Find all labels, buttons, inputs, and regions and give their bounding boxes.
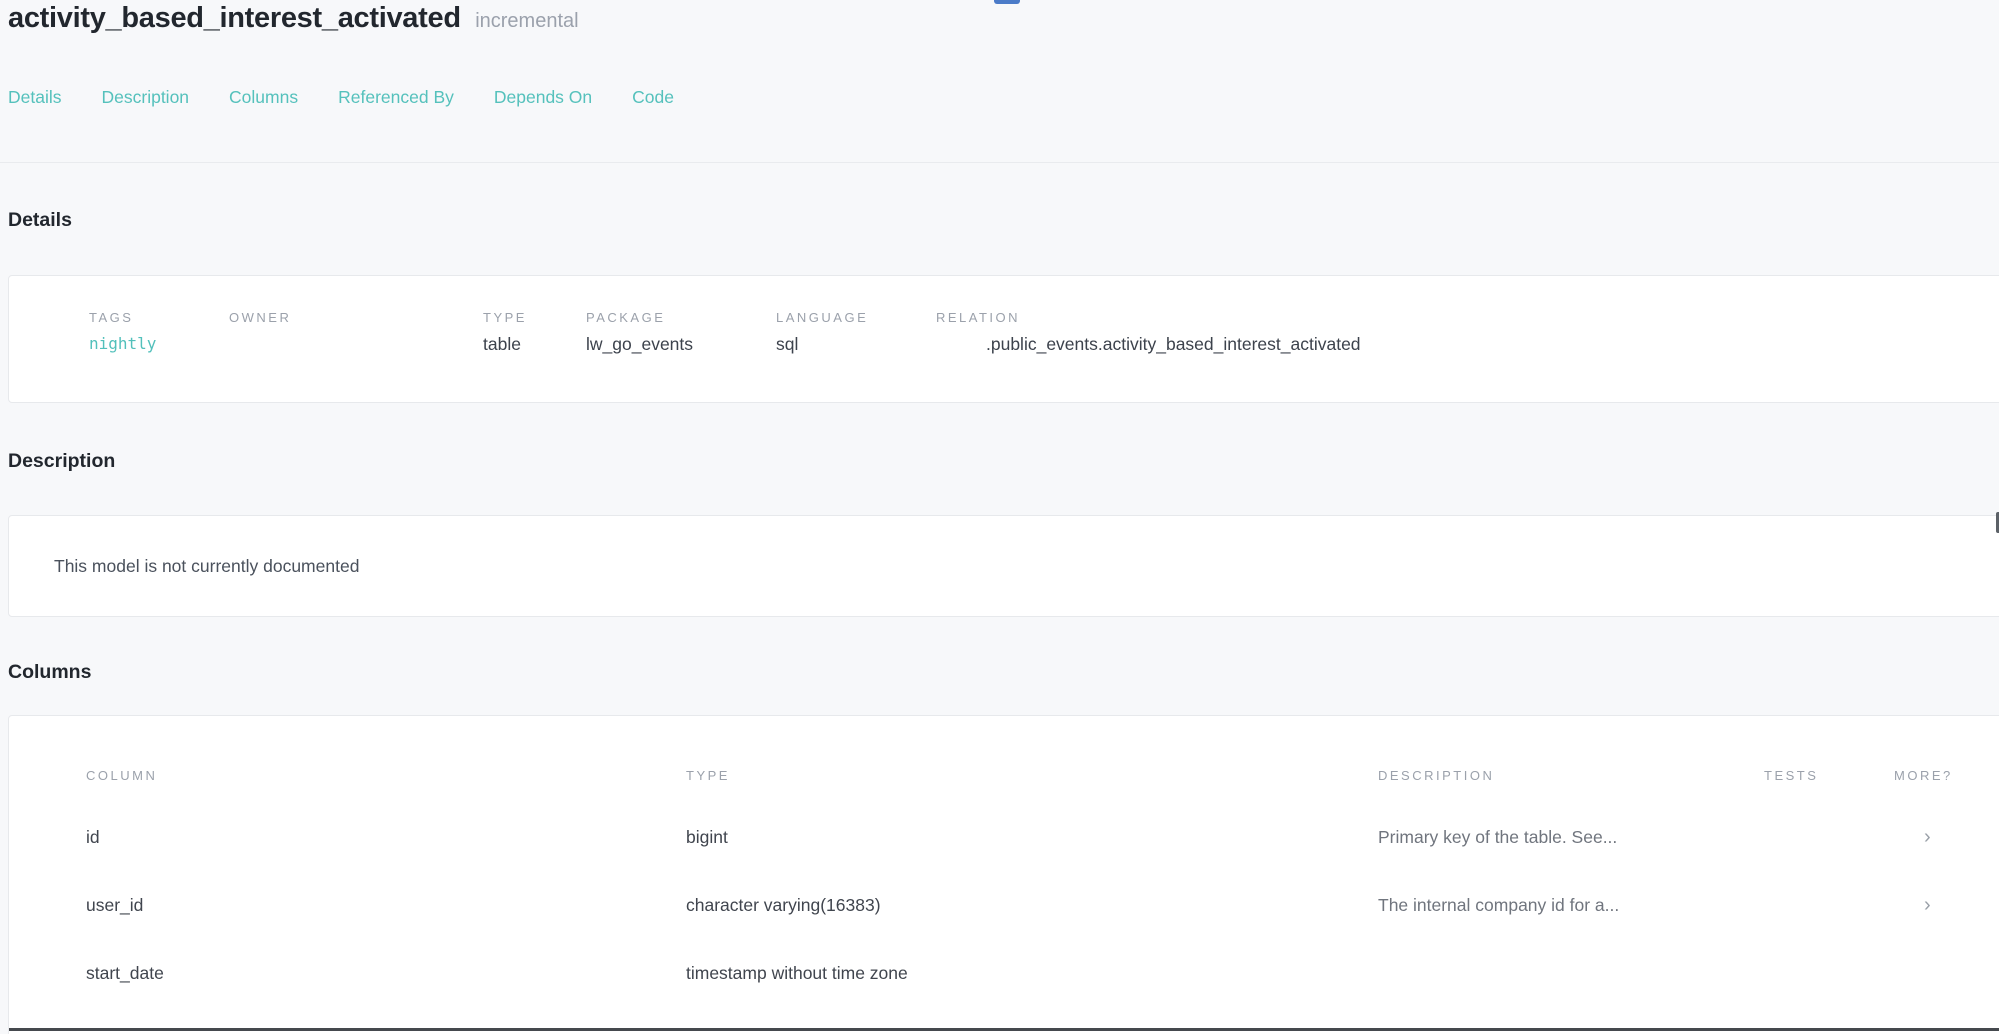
columns-table-header: COLUMN TYPE DESCRIPTION TESTS MORE? xyxy=(86,768,1999,783)
nav-link-code[interactable]: Code xyxy=(632,87,674,108)
chevron-right-icon[interactable]: › xyxy=(1894,826,1999,849)
nav-link-details[interactable]: Details xyxy=(8,87,62,108)
owner-label: OWNER xyxy=(229,310,483,325)
tags-label: TAGS xyxy=(89,310,229,325)
column-type: timestamp without time zone xyxy=(686,1031,1378,1034)
column-description: Primary key of the table. See... xyxy=(1378,827,1764,848)
materialization-badge: incremental xyxy=(475,10,578,32)
model-header: activity_based_interest_activated increm… xyxy=(0,0,1999,35)
columns-section-heading: Columns xyxy=(0,661,1999,684)
nav-link-description[interactable]: Description xyxy=(102,87,190,108)
header-divider xyxy=(0,162,1999,163)
detail-field-type: TYPE table xyxy=(483,310,586,402)
cutoff-blue-link-fragment xyxy=(994,0,1020,4)
relation-value: .public_events.activity_based_interest_a… xyxy=(936,334,1999,355)
language-value: sql xyxy=(776,334,936,355)
columns-card: COLUMN TYPE DESCRIPTION TESTS MORE? id b… xyxy=(8,715,1999,1034)
section-nav: Details Description Columns Referenced B… xyxy=(0,87,1999,108)
detail-field-relation: RELATION .public_events.activity_based_i… xyxy=(936,310,1999,402)
columns-table: COLUMN TYPE DESCRIPTION TESTS MORE? id b… xyxy=(9,768,1999,1034)
column-type: character varying(16383) xyxy=(686,895,1378,916)
table-row[interactable]: user_id character varying(16383) The int… xyxy=(86,871,1999,939)
type-label: TYPE xyxy=(483,310,586,325)
columns-table-body: id bigint Primary key of the table. See.… xyxy=(86,803,1999,1034)
package-value: lw_go_events xyxy=(586,334,776,355)
detail-field-owner: OWNER xyxy=(229,310,483,402)
column-type: timestamp without time zone xyxy=(686,963,1378,984)
nav-link-columns[interactable]: Columns xyxy=(229,87,298,108)
column-name: user_id xyxy=(86,895,686,916)
table-row[interactable]: id bigint Primary key of the table. See.… xyxy=(86,803,1999,871)
column-description: The internal company id for a... xyxy=(1378,895,1764,916)
column-header-description: DESCRIPTION xyxy=(1378,768,1764,783)
bottom-edge-line xyxy=(9,1028,1999,1031)
detail-field-package: PACKAGE lw_go_events xyxy=(586,310,776,402)
column-header-type: TYPE xyxy=(686,768,1378,783)
chevron-right-icon[interactable]: › xyxy=(1894,894,1999,917)
description-card: This model is not currently documented xyxy=(8,515,1999,617)
column-header-tests: TESTS xyxy=(1764,768,1894,783)
detail-field-tags: TAGS nightly xyxy=(9,310,229,402)
page-title: activity_based_interest_activated xyxy=(8,2,461,34)
language-label: LANGUAGE xyxy=(776,310,936,325)
column-name: start_date xyxy=(86,963,686,984)
relation-label: RELATION xyxy=(936,310,1999,325)
description-section-heading: Description xyxy=(0,450,1999,473)
column-type: bigint xyxy=(686,827,1378,848)
tags-value[interactable]: nightly xyxy=(89,334,229,353)
column-header-more: MORE? xyxy=(1894,768,1999,783)
description-text: This model is not currently documented xyxy=(9,556,359,577)
type-value: table xyxy=(483,334,586,355)
details-card: TAGS nightly OWNER TYPE table PACKAGE lw… xyxy=(8,275,1999,403)
package-label: PACKAGE xyxy=(586,310,776,325)
nav-link-referenced-by[interactable]: Referenced By xyxy=(338,87,454,108)
column-header-column: COLUMN xyxy=(86,768,686,783)
detail-field-language: LANGUAGE sql xyxy=(776,310,936,402)
nav-link-depends-on[interactable]: Depends On xyxy=(494,87,592,108)
column-name: id xyxy=(86,827,686,848)
table-row[interactable]: start_date timestamp without time zone xyxy=(86,939,1999,1007)
column-name: end_date xyxy=(86,1031,686,1034)
details-section-heading: Details xyxy=(0,209,1999,232)
